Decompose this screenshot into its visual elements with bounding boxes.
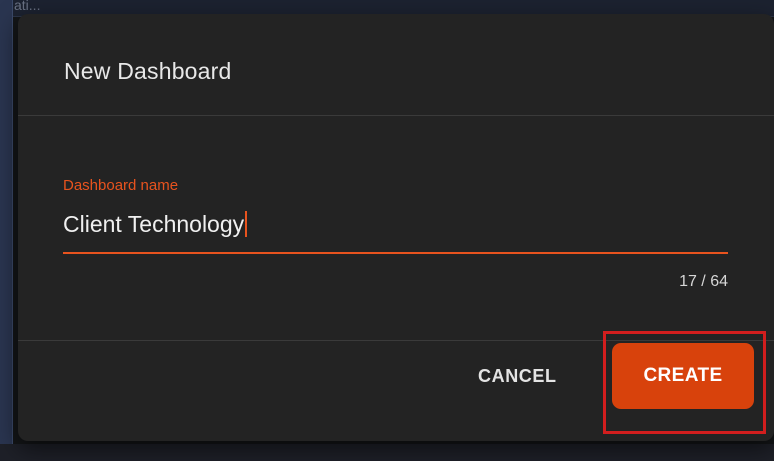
create-button[interactable]: CREATE bbox=[612, 343, 754, 409]
character-counter: 17 / 64 bbox=[679, 273, 728, 290]
background-sidebar bbox=[0, 0, 13, 461]
dashboard-name-input[interactable]: Client Technology bbox=[63, 211, 248, 238]
cancel-button[interactable]: CANCEL bbox=[478, 366, 557, 387]
dashboard-name-underline bbox=[63, 252, 728, 254]
background-footer bbox=[0, 444, 774, 461]
dashboard-name-label: Dashboard name bbox=[63, 177, 179, 194]
dashboard-name-value: Client Technology bbox=[63, 211, 245, 237]
background-text-fragment: ati... bbox=[14, 0, 41, 13]
text-caret bbox=[245, 211, 248, 237]
dialog-title: New Dashboard bbox=[64, 58, 232, 84]
dialog-header-divider bbox=[18, 115, 774, 116]
